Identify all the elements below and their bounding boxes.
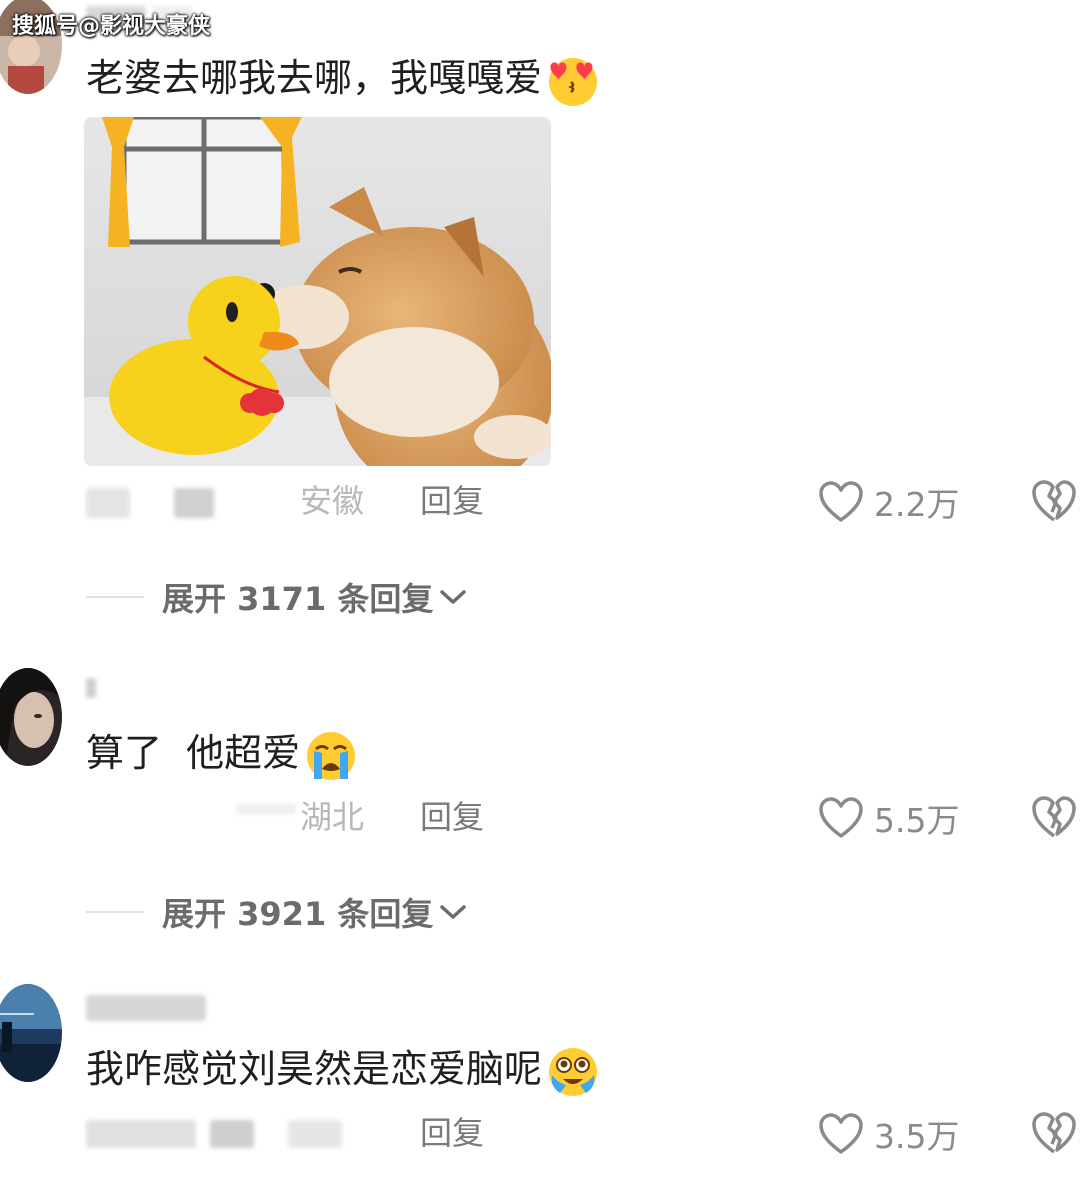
broken-heart-icon[interactable] bbox=[1030, 794, 1078, 840]
comment-text: 老婆去哪我去哪，我嘎嘎爱 bbox=[86, 53, 600, 108]
expand-replies-button[interactable]: 展开 3171 条回复 bbox=[86, 572, 467, 622]
location-label: 安徽 bbox=[300, 482, 365, 520]
broken-heart-icon[interactable] bbox=[1030, 478, 1078, 524]
comment-1-meta: 安徽 回复 2.2万 bbox=[0, 476, 1080, 526]
time-redacted bbox=[86, 804, 296, 814]
comment-text: 我咋感觉刘昊然是恋爱脑呢 bbox=[86, 1044, 600, 1099]
heart-outline-icon bbox=[819, 481, 863, 522]
like-count: 3.5万 bbox=[874, 1117, 960, 1156]
expand-replies-button[interactable]: 展开 3921 条回复 bbox=[86, 887, 467, 937]
heart-eyes-kiss-emoji bbox=[546, 54, 600, 108]
tearful-pleading-emoji bbox=[546, 1045, 600, 1099]
heart-outline-icon bbox=[819, 797, 863, 838]
time-redacted bbox=[86, 1120, 342, 1148]
username-redacted bbox=[86, 994, 206, 1022]
dog-duck-photo[interactable] bbox=[84, 117, 551, 466]
expand-replies-label: 展开 3921 条回复 bbox=[162, 895, 434, 933]
like-button[interactable]: 3.5万 bbox=[818, 1110, 959, 1158]
time-redacted bbox=[86, 488, 214, 518]
loudly-crying-emoji bbox=[304, 729, 358, 783]
comment-text: 算了 他超爱 bbox=[86, 728, 358, 783]
reply-button[interactable]: 回复 bbox=[420, 1108, 484, 1158]
like-count: 2.2万 bbox=[874, 485, 960, 524]
like-button[interactable]: 2.2万 bbox=[818, 478, 959, 526]
chevron-down-icon bbox=[440, 905, 467, 919]
like-count: 5.5万 bbox=[874, 801, 960, 840]
comment-text-content: 老婆去哪我去哪，我嘎嘎爱 bbox=[86, 56, 543, 100]
avatar[interactable] bbox=[0, 668, 62, 766]
expand-replies-label: 展开 3171 条回复 bbox=[162, 580, 434, 618]
like-button[interactable]: 5.5万 bbox=[818, 794, 959, 842]
divider bbox=[86, 911, 144, 913]
broken-heart-icon[interactable] bbox=[1030, 1110, 1078, 1156]
reply-button[interactable]: 回复 bbox=[420, 476, 484, 526]
heart-outline-icon bbox=[819, 1113, 863, 1154]
username-redacted bbox=[86, 674, 96, 702]
comment-3-meta: 回复 3.5万 bbox=[0, 1108, 1080, 1158]
comment-text-content: 算了 他超爱 bbox=[86, 731, 301, 775]
watermark: 搜狐号@影视大豪侠 bbox=[12, 14, 211, 39]
divider bbox=[86, 596, 144, 598]
reply-button[interactable]: 回复 bbox=[420, 792, 484, 842]
comment-text-content: 我咋感觉刘昊然是恋爱脑呢 bbox=[86, 1047, 543, 1091]
location-label: 湖北 bbox=[300, 798, 365, 836]
avatar[interactable] bbox=[0, 984, 62, 1082]
chevron-down-icon bbox=[440, 590, 467, 604]
comment-2-meta: 湖北 回复 5.5万 bbox=[0, 792, 1080, 842]
